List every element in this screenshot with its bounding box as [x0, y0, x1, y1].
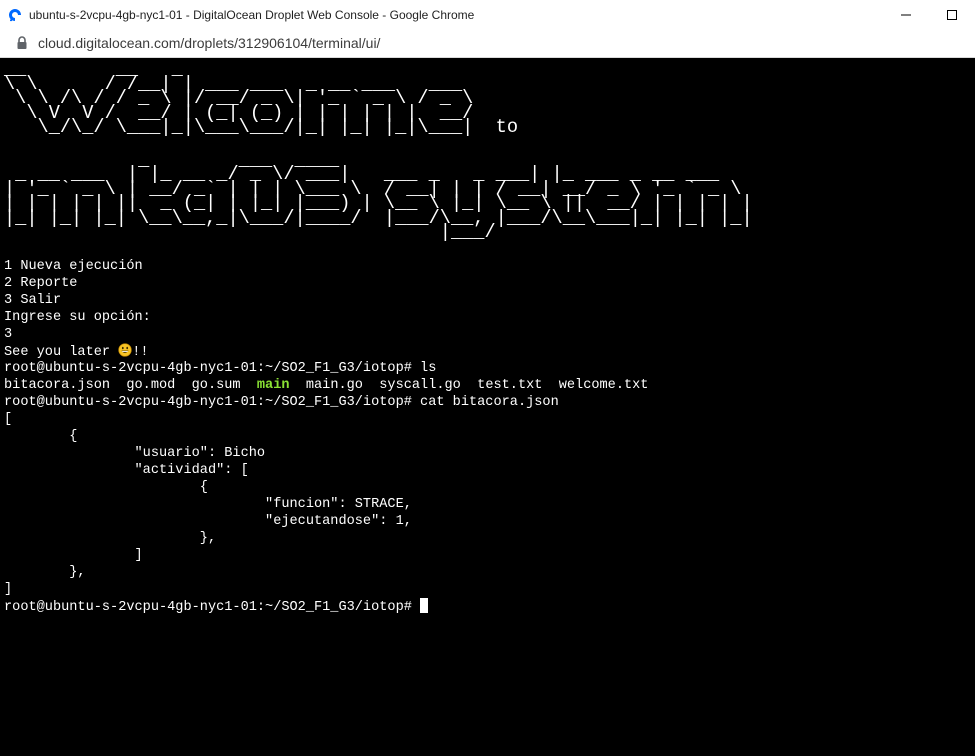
url-text[interactable]: cloud.digitalocean.com/droplets/31290610… [38, 35, 380, 51]
terminal[interactable]: __ __ _ \ \ / /__| | ___ ___ _ __ ___ __… [0, 58, 975, 756]
menu-item: 1 Nueva ejecución [4, 258, 143, 274]
window-title: ubuntu-s-2vcpu-4gb-nyc1-01 - DigitalOcea… [29, 7, 475, 22]
shell-prompt: root@ubuntu-s-2vcpu-4gb-nyc1-01:~/SO2_F1… [4, 599, 421, 615]
browser-window: ubuntu-s-2vcpu-4gb-nyc1-01 - DigitalOcea… [0, 0, 975, 756]
goodbye-suffix: !! [132, 344, 149, 360]
ascii-banner-system: _ ___ ____ _ __ ___ | |_ __ _/ _ \/ ___|… [4, 148, 753, 243]
json-line: "usuario": Bicho [4, 445, 266, 461]
minimize-icon[interactable] [883, 0, 929, 29]
digitalocean-icon [7, 7, 23, 23]
json-line: [ [4, 411, 13, 427]
grinning-face-icon [118, 342, 132, 357]
title-bar: ubuntu-s-2vcpu-4gb-nyc1-01 - DigitalOcea… [0, 0, 975, 29]
json-line: }, [4, 530, 217, 546]
ls-files-b: main.go syscall.go test.txt welcome.txt [289, 377, 649, 393]
lock-icon[interactable] [15, 35, 29, 51]
command-line-cat: root@ubuntu-s-2vcpu-4gb-nyc1-01:~/SO2_F1… [4, 394, 975, 411]
ascii-banner-welcome: __ __ _ \ \ / /__| | ___ ___ _ __ ___ __… [4, 58, 519, 138]
json-line: }, [4, 564, 86, 580]
ls-directory-main: main [256, 377, 290, 393]
option-prompt: Ingrese su opción: [4, 309, 151, 325]
json-line: ] [4, 581, 13, 597]
json-line: "ejecutandose": 1, [4, 513, 412, 529]
json-line: { [4, 479, 208, 495]
json-line: { [4, 428, 78, 444]
command-ls: ls [411, 360, 437, 376]
command-line-ls: root@ubuntu-s-2vcpu-4gb-nyc1-01:~/SO2_F1… [4, 360, 975, 377]
shell-prompt: root@ubuntu-s-2vcpu-4gb-nyc1-01:~/SO2_F1… [4, 360, 412, 376]
goodbye-text: See you later [4, 344, 119, 360]
maximize-icon[interactable] [929, 0, 975, 29]
goodbye-line: See you later !! [4, 342, 975, 360]
command-cat: cat bitacora.json [411, 394, 559, 410]
json-line: "actividad": [ [4, 462, 249, 478]
menu-item: 2 Reporte [4, 275, 78, 291]
shell-prompt: root@ubuntu-s-2vcpu-4gb-nyc1-01:~/SO2_F1… [4, 394, 412, 410]
json-line: "funcion": STRACE, [4, 496, 412, 512]
json-line: ] [4, 547, 143, 563]
final-prompt-line[interactable]: root@ubuntu-s-2vcpu-4gb-nyc1-01:~/SO2_F1… [4, 597, 975, 615]
ls-files-a: bitacora.json go.mod go.sum [4, 377, 257, 393]
option-input: 3 [4, 326, 13, 342]
ls-output: bitacora.json go.mod go.sum main main.go… [4, 377, 975, 394]
menu-item: 3 Salir [4, 292, 62, 308]
address-bar[interactable]: cloud.digitalocean.com/droplets/31290610… [0, 29, 975, 58]
text-cursor[interactable] [420, 597, 429, 613]
